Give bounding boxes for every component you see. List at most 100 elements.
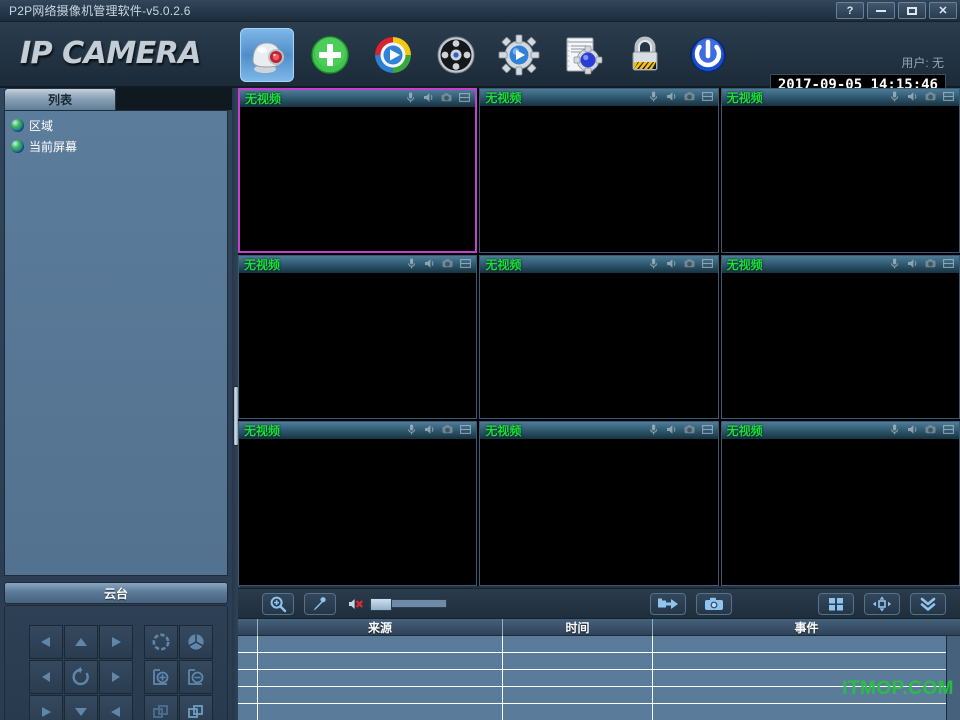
record-icon[interactable] [942,257,955,270]
help-button[interactable]: ? [836,2,864,19]
ptz-up-left-button[interactable] [29,625,63,659]
log-col-source[interactable]: 来源 [258,619,503,636]
speaker-icon[interactable] [665,90,678,103]
video-cell-5[interactable]: 无视频 [479,255,718,420]
video-cell-6[interactable]: 无视频 [721,255,960,420]
record-icon[interactable] [459,257,472,270]
maximize-icon [907,7,917,15]
minimize-button[interactable] [867,2,895,19]
ptz-up-button[interactable] [64,625,98,659]
speaker-icon[interactable] [665,257,678,270]
snapshot-camera-icon[interactable] [924,90,937,103]
table-row[interactable] [238,687,960,704]
maximize-button[interactable] [898,2,926,19]
ptz-auto-scan-button[interactable] [64,660,98,694]
camera-device-button[interactable] [240,28,294,82]
settings-gear-button[interactable] [492,28,546,82]
ptz-down-right-button[interactable] [99,695,133,720]
tree-item-area[interactable]: 区域 [5,115,227,136]
microphone-icon[interactable] [888,423,901,436]
table-row[interactable] [238,636,960,653]
iris-open-button[interactable] [144,625,178,659]
log-table-scrollbar[interactable] [946,636,960,720]
volume-slider[interactable] [369,599,447,608]
record-icon[interactable] [459,423,472,436]
microphone-icon[interactable] [888,90,901,103]
manual-record-button[interactable] [650,593,686,615]
zoom-in-button[interactable] [144,660,178,694]
snapshot-button[interactable] [696,593,732,615]
close-button[interactable]: ✕ [929,2,957,19]
speaker-icon[interactable] [423,423,436,436]
focus-far-button[interactable] [179,695,213,720]
ptz-left-button[interactable] [29,660,63,694]
ptz-section-header[interactable]: 云台 [4,582,228,604]
table-row[interactable] [238,653,960,670]
microphone-icon[interactable] [647,90,660,103]
snapshot-camera-icon[interactable] [683,423,696,436]
talk-microphone-button[interactable] [304,593,336,615]
collapse-panel-button[interactable] [910,593,946,615]
focus-near-button[interactable] [144,695,178,720]
iris-close-button[interactable] [179,625,213,659]
table-row[interactable] [238,670,960,687]
video-cell-8[interactable]: 无视频 [479,421,718,586]
video-cell-2[interactable]: 无视频 [479,88,718,253]
video-cell-titlebar: 无视频 [480,422,717,439]
playback-button[interactable] [366,28,420,82]
ptz-up-right-button[interactable] [99,625,133,659]
ptz-down-button[interactable] [64,695,98,720]
snapshot-camera-icon[interactable] [683,257,696,270]
speaker-muted-icon[interactable] [348,596,366,612]
record-icon[interactable] [701,423,714,436]
microphone-icon[interactable] [405,257,418,270]
add-device-button[interactable] [303,28,357,82]
record-icon[interactable] [942,90,955,103]
snapshot-camera-icon[interactable] [924,257,937,270]
digital-zoom-button[interactable] [262,593,294,615]
fullscreen-button[interactable] [864,593,900,615]
speaker-icon[interactable] [906,90,919,103]
log-document-button[interactable] [555,28,609,82]
video-cell-7[interactable]: 无视频 [238,421,477,586]
microphone-icon[interactable] [647,257,660,270]
tabstrip-filler [116,88,232,110]
log-col-time[interactable]: 时间 [503,619,653,636]
zoom-out-button[interactable] [179,660,213,694]
record-icon[interactable] [701,90,714,103]
record-reel-button[interactable] [429,28,483,82]
snapshot-camera-icon[interactable] [683,90,696,103]
log-col-index[interactable] [238,619,258,636]
microphone-icon[interactable] [647,423,660,436]
speaker-icon[interactable] [423,257,436,270]
log-col-event[interactable]: 事件 [653,619,960,636]
lock-button[interactable] [618,28,672,82]
snapshot-camera-icon[interactable] [924,423,937,436]
ptz-right-button[interactable] [99,660,133,694]
layout-grid-button[interactable] [818,593,854,615]
snapshot-camera-icon[interactable] [441,257,454,270]
video-cell-4[interactable]: 无视频 [238,255,477,420]
tree-item-current-screen[interactable]: 当前屏幕 [5,136,227,157]
table-row[interactable] [238,704,960,720]
speaker-icon[interactable] [665,423,678,436]
video-cell-9[interactable]: 无视频 [721,421,960,586]
tab-list[interactable]: 列表 [4,88,116,110]
snapshot-camera-icon[interactable] [441,423,454,436]
record-icon[interactable] [942,423,955,436]
volume-slider-thumb[interactable] [370,598,392,611]
ptz-down-left-button[interactable] [29,695,63,720]
record-icon[interactable] [458,91,471,104]
speaker-icon[interactable] [906,257,919,270]
video-cell-1[interactable]: 无视频 [238,88,477,253]
snapshot-camera-icon[interactable] [440,91,453,104]
device-tree[interactable]: 区域 当前屏幕 [4,110,228,576]
record-icon[interactable] [701,257,714,270]
microphone-icon[interactable] [888,257,901,270]
speaker-icon[interactable] [906,423,919,436]
speaker-icon[interactable] [422,91,435,104]
video-cell-3[interactable]: 无视频 [721,88,960,253]
power-button[interactable] [681,28,735,82]
microphone-icon[interactable] [404,91,417,104]
microphone-icon[interactable] [405,423,418,436]
